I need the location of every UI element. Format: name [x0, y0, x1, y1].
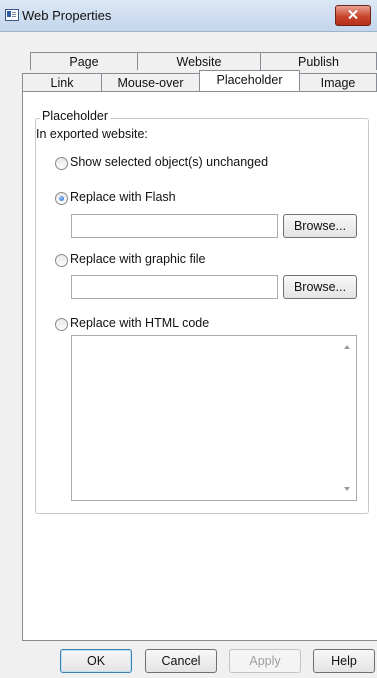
close-button[interactable] [335, 5, 371, 26]
radio-replace-flash-label[interactable]: Replace with Flash [70, 190, 176, 204]
tab-link[interactable]: Link [22, 73, 102, 91]
radio-replace-graphic-label[interactable]: Replace with graphic file [70, 252, 206, 266]
close-icon [348, 10, 358, 19]
tab-publish[interactable]: Publish [260, 52, 377, 70]
radio-replace-html[interactable] [55, 318, 68, 331]
html-code-textarea[interactable] [71, 335, 357, 501]
tab-image[interactable]: Image [299, 73, 377, 91]
cancel-button[interactable]: Cancel [145, 649, 217, 673]
flash-file-field[interactable] [71, 214, 278, 238]
ok-button[interactable]: OK [60, 649, 132, 673]
group-title: Placeholder [40, 109, 111, 123]
tab-mouse-over[interactable]: Mouse-over [101, 73, 200, 91]
apply-button[interactable]: Apply [229, 649, 301, 673]
radio-replace-flash[interactable] [55, 192, 68, 205]
radio-show-unchanged[interactable] [55, 157, 68, 170]
graphic-browse-button[interactable]: Browse... [283, 275, 357, 299]
radio-replace-html-label[interactable]: Replace with HTML code [70, 316, 209, 330]
scroll-down-arrow-icon[interactable] [344, 487, 350, 491]
scroll-up-arrow-icon[interactable] [344, 345, 350, 349]
radio-replace-graphic[interactable] [55, 254, 68, 267]
tab-website[interactable]: Website [137, 52, 261, 70]
radio-show-unchanged-label[interactable]: Show selected object(s) unchanged [70, 155, 268, 169]
window-icon [5, 9, 19, 21]
title-bar: Web Properties [0, 0, 377, 32]
html-code-scrollbar[interactable] [339, 336, 356, 500]
flash-browse-button[interactable]: Browse... [283, 214, 357, 238]
tab-page[interactable]: Page [30, 52, 138, 70]
window-title: Web Properties [22, 8, 112, 23]
help-button[interactable]: Help [313, 649, 375, 673]
graphic-file-field[interactable] [71, 275, 278, 299]
tab-placeholder[interactable]: Placeholder [199, 70, 300, 91]
intro-text: In exported website: [36, 127, 148, 141]
